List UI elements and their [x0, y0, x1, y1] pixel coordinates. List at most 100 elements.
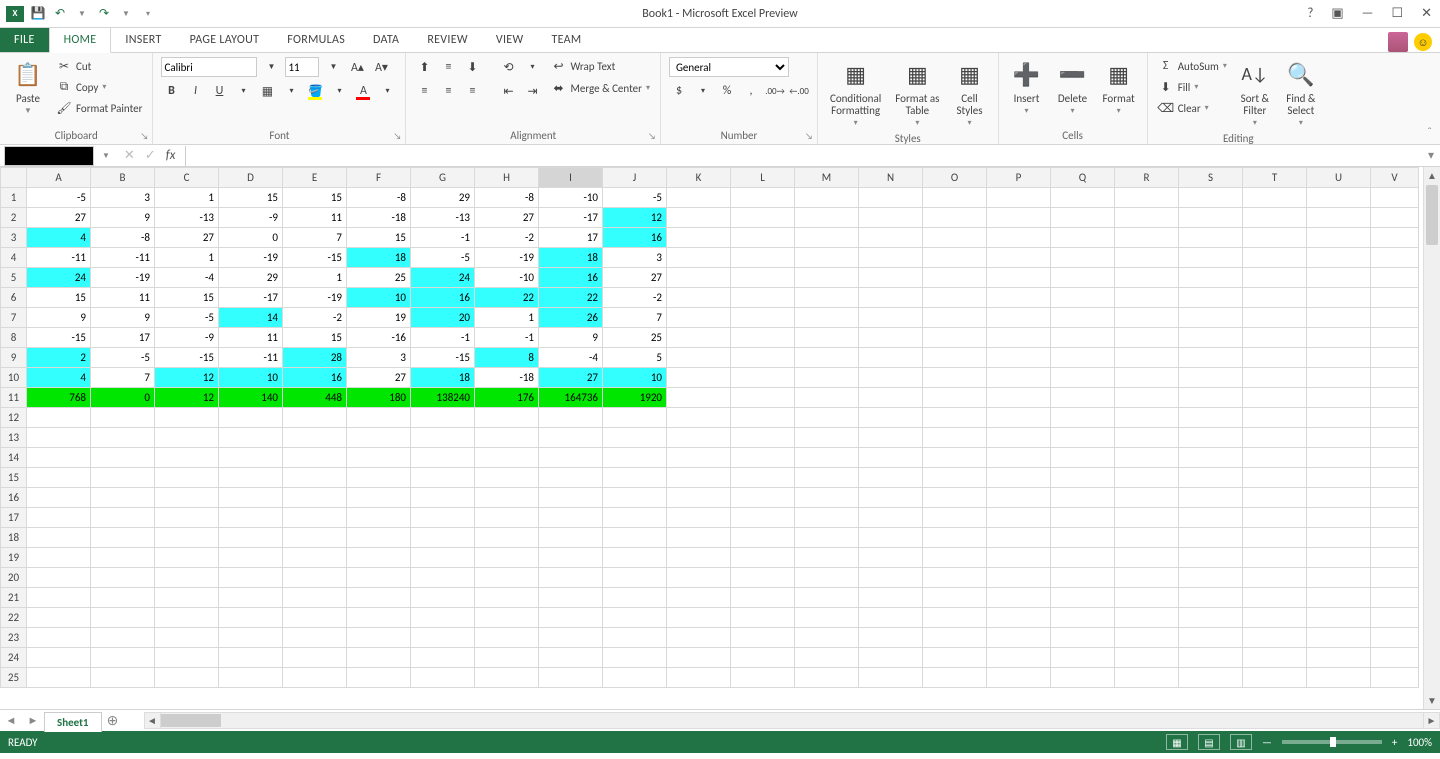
column-header[interactable]: U: [1307, 168, 1371, 188]
cell[interactable]: [1115, 268, 1179, 288]
cell[interactable]: 16: [283, 368, 347, 388]
cell[interactable]: [1371, 288, 1419, 308]
column-header[interactable]: C: [155, 168, 219, 188]
cell[interactable]: -19: [283, 288, 347, 308]
cell[interactable]: [859, 548, 923, 568]
cell[interactable]: [155, 448, 219, 468]
cell[interactable]: [539, 528, 603, 548]
cell[interactable]: [667, 328, 731, 348]
cell[interactable]: [923, 488, 987, 508]
paste-button[interactable]: 📋 Paste ▼: [8, 57, 48, 118]
decrease-indent-icon[interactable]: ⇤: [498, 81, 518, 101]
orientation-dropdown-icon[interactable]: ▾: [522, 57, 542, 77]
cell[interactable]: [1371, 648, 1419, 668]
cell[interactable]: [347, 588, 411, 608]
cell[interactable]: 10: [347, 288, 411, 308]
minimize-icon[interactable]: —: [1358, 6, 1378, 21]
cell[interactable]: -15: [155, 348, 219, 368]
row-header[interactable]: 18: [1, 528, 27, 548]
cell[interactable]: 22: [539, 288, 603, 308]
copy-button[interactable]: ⧉Copy▾: [54, 78, 144, 96]
cell[interactable]: [859, 188, 923, 208]
cell[interactable]: [923, 328, 987, 348]
column-header[interactable]: V: [1371, 168, 1419, 188]
cell[interactable]: [1371, 348, 1419, 368]
row-header[interactable]: 4: [1, 248, 27, 268]
cell[interactable]: [1371, 428, 1419, 448]
cell[interactable]: -1: [411, 228, 475, 248]
cell[interactable]: 27: [347, 368, 411, 388]
cell[interactable]: 20: [411, 308, 475, 328]
cell[interactable]: [1051, 508, 1115, 528]
cell[interactable]: [1243, 448, 1307, 468]
cell[interactable]: -9: [155, 328, 219, 348]
column-header[interactable]: T: [1243, 168, 1307, 188]
align-bottom-icon[interactable]: ⬇: [462, 57, 482, 77]
cell[interactable]: -1: [475, 328, 539, 348]
cell[interactable]: [1179, 388, 1243, 408]
cell[interactable]: [731, 188, 795, 208]
row-header[interactable]: 19: [1, 548, 27, 568]
tab-formulas[interactable]: FORMULAS: [273, 28, 359, 52]
cell[interactable]: [1307, 328, 1371, 348]
cell[interactable]: [219, 448, 283, 468]
cell[interactable]: 2: [27, 348, 91, 368]
cell[interactable]: [1115, 208, 1179, 228]
cell[interactable]: [155, 648, 219, 668]
cell[interactable]: [795, 528, 859, 548]
cell[interactable]: [987, 508, 1051, 528]
cell[interactable]: [923, 228, 987, 248]
cell[interactable]: [1051, 368, 1115, 388]
cell[interactable]: [987, 308, 1051, 328]
cell[interactable]: [411, 468, 475, 488]
cell[interactable]: [923, 188, 987, 208]
cell[interactable]: [987, 528, 1051, 548]
cell[interactable]: 9: [539, 328, 603, 348]
cell[interactable]: [1051, 408, 1115, 428]
cell[interactable]: [1307, 228, 1371, 248]
cell[interactable]: [1115, 528, 1179, 548]
sort-filter-button[interactable]: A↓Sort & Filter▾: [1235, 57, 1275, 130]
cell[interactable]: [1051, 268, 1115, 288]
font-name-dropdown-icon[interactable]: ▼: [261, 57, 281, 77]
autosum-button[interactable]: ΣAutoSum▾: [1156, 57, 1229, 75]
column-header[interactable]: M: [795, 168, 859, 188]
row-header[interactable]: 16: [1, 488, 27, 508]
fill-color-button[interactable]: 🪣: [305, 81, 325, 101]
cell[interactable]: -2: [475, 228, 539, 248]
cell[interactable]: 29: [411, 188, 475, 208]
cell[interactable]: [731, 388, 795, 408]
cell[interactable]: [667, 228, 731, 248]
cell[interactable]: [1307, 248, 1371, 268]
cell[interactable]: [475, 428, 539, 448]
cell[interactable]: [539, 668, 603, 688]
cell[interactable]: [283, 508, 347, 528]
cell[interactable]: [731, 528, 795, 548]
redo-dropdown-icon[interactable]: ▼: [118, 6, 134, 22]
normal-view-icon[interactable]: ▦: [1166, 734, 1188, 750]
cell[interactable]: 15: [347, 228, 411, 248]
cell[interactable]: [155, 588, 219, 608]
cell[interactable]: 9: [27, 308, 91, 328]
cell[interactable]: [667, 628, 731, 648]
cell[interactable]: [667, 468, 731, 488]
cell[interactable]: -5: [91, 348, 155, 368]
cell[interactable]: [987, 188, 1051, 208]
cell[interactable]: [219, 628, 283, 648]
cell[interactable]: [91, 488, 155, 508]
cell[interactable]: [987, 628, 1051, 648]
cell[interactable]: 24: [411, 268, 475, 288]
cell[interactable]: [411, 608, 475, 628]
cell[interactable]: [1307, 368, 1371, 388]
cell[interactable]: [411, 408, 475, 428]
cell[interactable]: [1179, 508, 1243, 528]
cell[interactable]: [155, 408, 219, 428]
cell[interactable]: [987, 468, 1051, 488]
cell[interactable]: 15: [155, 288, 219, 308]
cell[interactable]: -9: [219, 208, 283, 228]
cell[interactable]: [795, 588, 859, 608]
cell[interactable]: [347, 488, 411, 508]
cell[interactable]: -13: [411, 208, 475, 228]
cell[interactable]: [1115, 388, 1179, 408]
cell[interactable]: [219, 668, 283, 688]
